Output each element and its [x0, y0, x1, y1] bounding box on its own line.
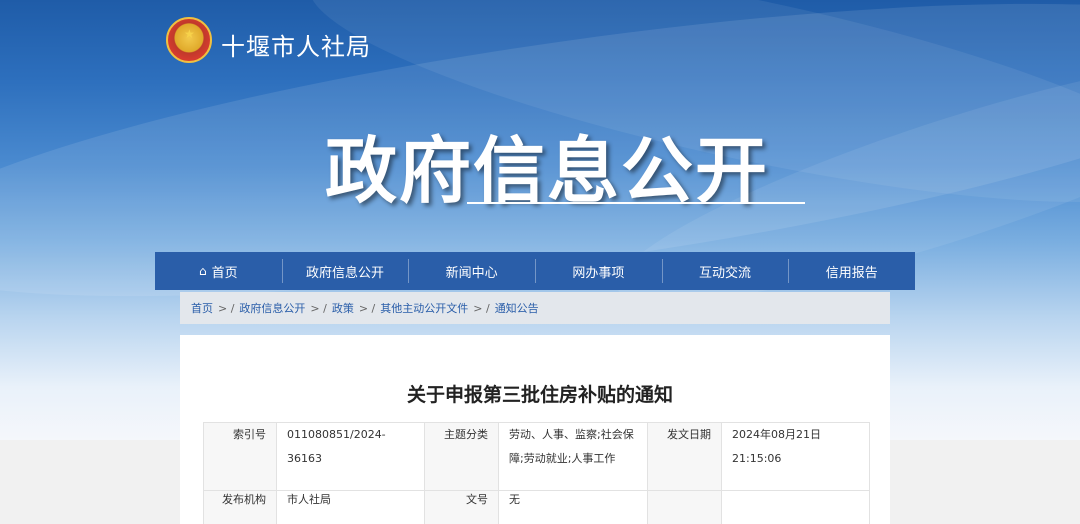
main-nav: ⌂ 首页 政府信息公开 新闻中心 网办事项 互动交流 信用报告: [155, 252, 915, 290]
meta-index-label: 索引号: [203, 422, 277, 491]
document-title: 关于申报第三批住房补贴的通知: [406, 384, 673, 406]
breadcrumb-gov-info[interactable]: 政府信息公开: [239, 300, 305, 316]
meta-index-value: 011080851/2024-36163: [276, 422, 425, 491]
meta-empty-cell: [721, 490, 870, 524]
meta-date-label: 发文日期: [647, 422, 722, 491]
meta-publisher-label: 发布机构: [203, 490, 277, 524]
meta-docno-label: 文号: [424, 490, 499, 524]
nav-item-gov-info[interactable]: 政府信息公开: [281, 252, 409, 290]
site-name[interactable]: 十堰市人社局: [221, 27, 371, 62]
breadcrumb-home[interactable]: 首页: [191, 300, 213, 316]
nav-item-home[interactable]: ⌂ 首页: [155, 252, 282, 290]
meta-docno-value: 无: [498, 490, 648, 524]
nav-item-credit-report[interactable]: 信用报告: [788, 252, 915, 290]
table-row: 发布机构 市人社局 文号 无: [203, 490, 870, 524]
banner-underline: [467, 202, 805, 204]
national-emblem-icon[interactable]: ★: [166, 17, 212, 63]
nav-item-label: 首页: [211, 265, 238, 281]
meta-topic-value: 劳动、人事、监察;社会保障;劳动就业;人事工作: [498, 422, 648, 491]
breadcrumb-notices[interactable]: 通知公告: [495, 300, 539, 316]
meta-topic-label: 主题分类: [424, 422, 499, 491]
table-row: 索引号 011080851/2024-36163 主题分类 劳动、人事、监察;社…: [203, 422, 870, 491]
breadcrumb-separator: > /: [218, 301, 235, 315]
breadcrumb-separator: > /: [473, 301, 490, 315]
meta-date-value: 2024年08月21日 21:15:06: [721, 422, 870, 491]
home-icon: ⌂: [199, 264, 207, 278]
nav-item-label: 政府信息公开: [306, 265, 385, 281]
breadcrumb-separator: > /: [358, 301, 376, 315]
nav-item-label: 网办事项: [572, 265, 625, 281]
nav-item-label: 互动交流: [699, 265, 752, 281]
breadcrumb-policy[interactable]: 政策: [332, 300, 354, 316]
breadcrumb: 首页 > / 政府信息公开 > / 政策 > / 其他主动公开文件 > / 通知…: [180, 292, 890, 324]
breadcrumb-separator: > /: [310, 301, 327, 315]
meta-publisher-value: 市人社局: [276, 490, 425, 524]
document-meta-table: 索引号 011080851/2024-36163 主题分类 劳动、人事、监察;社…: [203, 422, 870, 524]
nav-item-label: 新闻中心: [445, 265, 498, 281]
breadcrumb-other-files[interactable]: 其他主动公开文件: [380, 300, 468, 316]
nav-item-online-services[interactable]: 网办事项: [535, 252, 662, 290]
nav-item-news[interactable]: 新闻中心: [408, 252, 535, 290]
nav-item-label: 信用报告: [825, 265, 878, 281]
meta-empty-cell: [647, 490, 722, 524]
nav-item-interaction[interactable]: 互动交流: [661, 252, 789, 290]
